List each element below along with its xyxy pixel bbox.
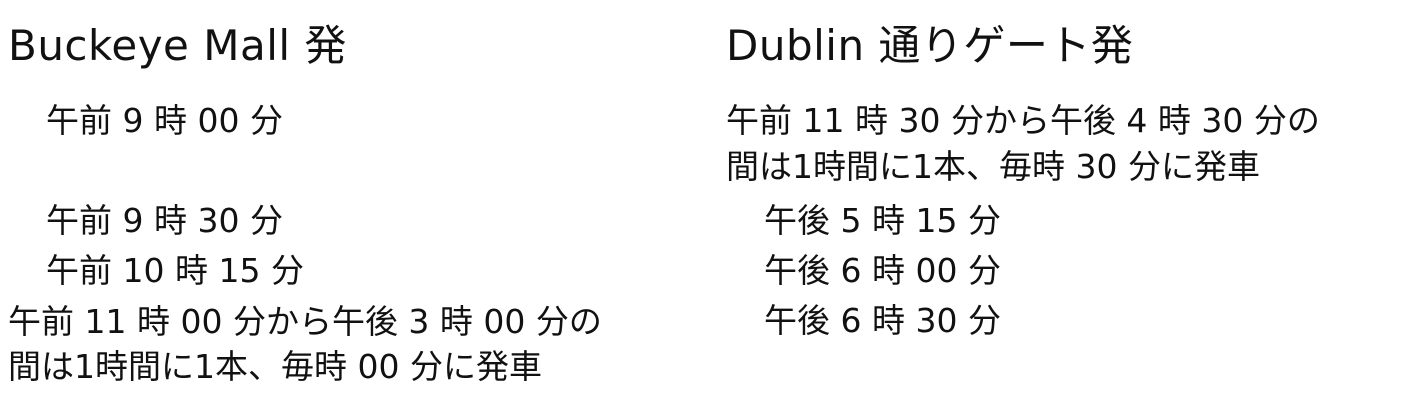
hourly-service-note: 午前 11 時 00 分から午後 3 時 00 分の xyxy=(8,302,602,341)
hourly-service-note: 間は1時間に1本、毎時 30 分に発車 xyxy=(726,147,1260,186)
departure-heading: Dublin 通りゲート発 xyxy=(726,21,1134,70)
departure-time: 午後 5 時 15 分 xyxy=(764,201,1001,240)
hourly-service-note: 午前 11 時 30 分から午後 4 時 30 分の xyxy=(726,101,1320,140)
hourly-service-note: 間は1時間に1本、毎時 00 分に発車 xyxy=(8,347,542,386)
departure-time: 午後 6 時 30 分 xyxy=(764,301,1001,340)
departure-time: 午前 9 時 00 分 xyxy=(46,101,283,140)
departure-time: 午前 10 時 15 分 xyxy=(46,251,304,290)
departure-time: 午後 6 時 00 分 xyxy=(764,251,1001,290)
departure-time: 午前 9 時 30 分 xyxy=(46,201,283,240)
departure-heading: Buckeye Mall 発 xyxy=(8,21,347,70)
